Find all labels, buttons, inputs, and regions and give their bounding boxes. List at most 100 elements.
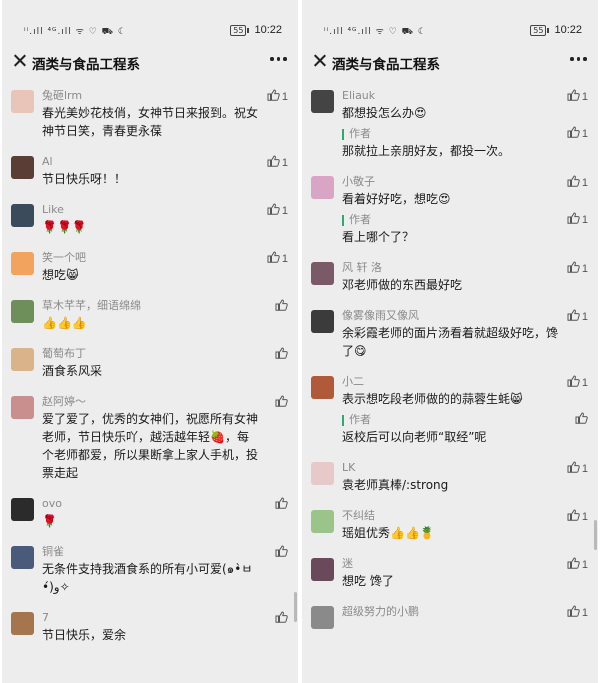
avatar[interactable] xyxy=(11,612,34,635)
avatar[interactable] xyxy=(11,300,34,323)
avatar[interactable] xyxy=(11,348,34,371)
avatar[interactable] xyxy=(311,90,334,113)
avatar[interactable] xyxy=(311,376,334,399)
comment-text: 节日快乐呀！！ xyxy=(42,172,127,186)
left-screen: ⁱⁱ.ıll ⁴ᴳ.ıll ᯤ ♡ ⛟ ☾ 55 10:22 酒类与食品工程系 … xyxy=(2,0,298,683)
like-count: 1 xyxy=(581,462,588,475)
like-button[interactable] xyxy=(275,347,288,362)
like-button[interactable]: 1 xyxy=(267,203,288,218)
comment-author: 迷 xyxy=(342,557,353,570)
signal-icons: ⁱⁱ.ıll ⁴ᴳ.ıll ᯤ ♡ ⛟ ☾ xyxy=(324,27,427,37)
avatar[interactable] xyxy=(11,498,34,521)
like-button[interactable]: 1 xyxy=(567,461,588,476)
comment-item: 小敬子 看着好好吃，想吃😍 1 作者 看上哪个了？ 1 xyxy=(302,166,598,252)
comment-list: Eliauk 都想投怎么办😍 1 作者 那就拉上亲朋好友，都投一次。 1 小敬子 看着好好吃，… xyxy=(302,80,598,629)
thumbs-up-icon xyxy=(567,212,580,227)
comment-text: 余彩霞老师的面片汤看着就超级好吃，馋了😋 xyxy=(342,326,559,358)
like-button[interactable]: 1 xyxy=(567,261,588,276)
avatar[interactable] xyxy=(11,204,34,227)
like-count: 1 xyxy=(581,510,588,523)
comment-author: 超级努力的小鹏 xyxy=(342,605,419,618)
more-icon[interactable] xyxy=(270,55,288,63)
avatar[interactable] xyxy=(311,606,334,629)
author-reply: 作者 看上哪个了？ 1 xyxy=(342,212,588,246)
avatar[interactable] xyxy=(311,558,334,581)
avatar[interactable] xyxy=(311,510,334,533)
avatar[interactable] xyxy=(11,546,34,569)
comment-item: 小二 表示想吃段老师做的的蒜蓉生蚝😸 1 作者 返校后可以向老师“取经”呢 xyxy=(302,366,598,452)
comment-text: 都想投怎么办😍 xyxy=(342,106,427,120)
thumbs-up-icon xyxy=(567,175,580,190)
avatar[interactable] xyxy=(11,156,34,179)
title-bar: 酒类与食品工程系 xyxy=(2,42,298,80)
like-button[interactable]: 1 xyxy=(567,212,588,227)
avatar[interactable] xyxy=(311,262,334,285)
close-icon[interactable] xyxy=(311,52,329,70)
like-button[interactable]: 1 xyxy=(567,175,588,190)
avatar[interactable] xyxy=(11,90,34,113)
like-button[interactable] xyxy=(275,497,288,512)
avatar[interactable] xyxy=(311,310,334,333)
like-button[interactable]: 1 xyxy=(267,251,288,266)
thumbs-up-icon xyxy=(567,126,580,141)
avatar[interactable] xyxy=(311,176,334,199)
author-tag: 作者 xyxy=(342,412,586,428)
avatar[interactable] xyxy=(11,396,34,419)
comment-item: 不纠结 瑶姐优秀👍👍🍍 1 xyxy=(302,500,598,548)
comment-author: ovo xyxy=(42,497,62,510)
right-screen: ⁱⁱ.ıll ⁴ᴳ.ıll ᯤ ♡ ⛟ ☾ 55 10:22 酒类与食品工程系 … xyxy=(302,0,598,683)
comment-author: 笑一个吧 xyxy=(42,251,86,264)
title-bar: 酒类与食品工程系 xyxy=(302,42,598,80)
like-button[interactable]: 1 xyxy=(267,89,288,104)
comment-item: 风 轩 洛邓老师做的东西最好吃 1 xyxy=(302,252,598,300)
scrollbar[interactable] xyxy=(294,592,297,622)
like-count: 1 xyxy=(581,213,588,226)
comment-author: 小二 xyxy=(342,375,364,388)
like-button[interactable]: 1 xyxy=(567,309,588,324)
signal-icons: ⁱⁱ.ıll ⁴ᴳ.ıll ᯤ ♡ ⛟ ☾ xyxy=(24,27,127,37)
comment-author: 葡萄布丁 xyxy=(42,347,86,360)
thumbs-up-icon xyxy=(567,509,580,524)
close-icon[interactable] xyxy=(11,52,29,70)
comment-item: 赵阿婷～ 爱了爱了，优秀的女神们，祝愿所有女神老师，节日快乐吖，越活越年轻🍓，每个… xyxy=(2,386,298,488)
thumbs-up-icon xyxy=(275,545,288,560)
like-button[interactable] xyxy=(275,395,288,410)
author-label: 作者 xyxy=(349,127,371,140)
reply-text: 看上哪个了？ xyxy=(342,230,415,244)
comment-item: 兔砸lrm 春光美妙花枝俏，女神节日来报到。祝女神节日笑，青春更永葆 1 xyxy=(2,80,298,146)
like-button[interactable] xyxy=(275,299,288,314)
avatar[interactable] xyxy=(311,462,334,485)
like-button[interactable]: 1 xyxy=(567,605,588,620)
like-count: 1 xyxy=(581,90,588,103)
comment-list: 兔砸lrm 春光美妙花枝俏，女神节日来报到。祝女神节日笑，青春更永葆 1 Al 节日快乐… xyxy=(2,80,298,650)
comment-item: Al 节日快乐呀！！ 1 xyxy=(2,146,298,194)
like-button[interactable] xyxy=(575,412,588,427)
scrollbar[interactable] xyxy=(594,520,597,550)
like-button[interactable]: 1 xyxy=(267,155,288,170)
comment-author: 不纠结 xyxy=(342,509,375,522)
comment-text: 想吃 馋了 xyxy=(342,574,394,588)
status-bar: ⁱⁱ.ıll ⁴ᴳ.ıll ᯤ ♡ ⛟ ☾ 55 10:22 xyxy=(2,0,298,42)
avatar[interactable] xyxy=(11,252,34,275)
like-button[interactable]: 1 xyxy=(567,126,588,141)
like-button[interactable]: 1 xyxy=(567,557,588,572)
author-tag: 作者 xyxy=(342,126,586,142)
comment-author: 小敬子 xyxy=(342,175,375,188)
like-button[interactable]: 1 xyxy=(567,375,588,390)
like-count: 1 xyxy=(581,310,588,323)
battery-icon: 55 xyxy=(230,24,250,36)
like-count: 1 xyxy=(581,376,588,389)
thumbs-up-icon xyxy=(567,89,580,104)
more-icon[interactable] xyxy=(570,55,588,63)
comment-item: 像雾像雨又像风 余彩霞老师的面片汤看着就超级好吃，馋了😋 1 xyxy=(302,300,598,366)
thumbs-up-icon xyxy=(567,461,580,476)
comment-author: 草木芊芊，细语绵绵 xyxy=(42,299,141,312)
like-button[interactable] xyxy=(275,545,288,560)
reply-text: 返校后可以向老师“取经”呢 xyxy=(342,430,487,444)
comment-text: 节日快乐，爱余 xyxy=(42,628,127,642)
like-button[interactable]: 1 xyxy=(567,89,588,104)
like-count: 1 xyxy=(581,262,588,275)
like-button[interactable] xyxy=(275,611,288,626)
comment-item: 草木芊芊，细语绵绵 👍👍👍 xyxy=(2,290,298,338)
like-button[interactable]: 1 xyxy=(567,509,588,524)
